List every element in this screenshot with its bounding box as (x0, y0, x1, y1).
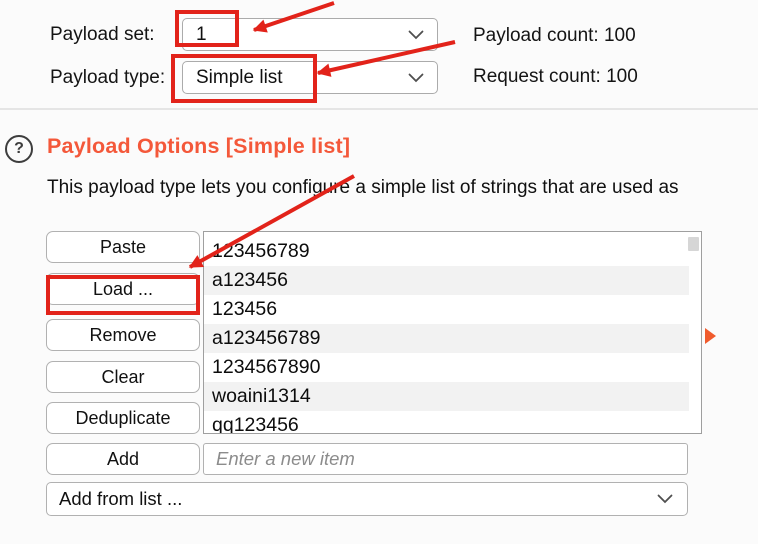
chevron-down-icon (408, 73, 424, 83)
list-item[interactable]: woaini1314 (204, 382, 689, 411)
clear-button[interactable]: Clear (46, 361, 200, 393)
remove-button[interactable]: Remove (46, 319, 200, 351)
list-item[interactable]: a123456 (204, 266, 689, 295)
help-icon[interactable]: ? (5, 135, 33, 163)
list-item[interactable]: a123456789 (204, 324, 689, 353)
payload-type-value: Simple list (196, 66, 283, 88)
payload-options-description: This payload type lets you configure a s… (47, 177, 679, 198)
list-marker-arrow-icon (705, 328, 716, 344)
payload-type-label: Payload type: (50, 67, 166, 88)
payload-set-select[interactable]: 1 (182, 18, 438, 51)
payload-set-value: 1 (196, 23, 207, 45)
section-divider (0, 108, 758, 110)
payload-set-label: Payload set: (50, 24, 155, 45)
payload-list[interactable]: 123456789 a123456 123456 a123456789 1234… (203, 231, 702, 434)
new-item-input[interactable] (203, 443, 688, 475)
intruder-payloads-panel: Payload set: 1 Payload count: 100 Payloa… (0, 0, 758, 544)
add-from-list-select[interactable]: Add from list ... (46, 482, 688, 516)
list-item[interactable]: 1234567890 (204, 353, 689, 382)
deduplicate-button[interactable]: Deduplicate (46, 402, 200, 434)
list-item[interactable]: 123456 (204, 295, 689, 324)
load-button[interactable]: Load ... (46, 273, 200, 305)
payload-count-text: Payload count: 100 (473, 25, 636, 46)
add-from-list-value: Add from list ... (59, 488, 183, 509)
payload-options-heading: Payload Options [Simple list] (47, 134, 351, 158)
list-item[interactable]: 123456789 (204, 237, 689, 266)
paste-button[interactable]: Paste (46, 231, 200, 263)
list-item[interactable]: qq123456 (204, 411, 689, 433)
chevron-down-icon (657, 494, 673, 504)
add-button[interactable]: Add (46, 443, 200, 475)
payload-type-select[interactable]: Simple list (182, 61, 438, 94)
request-count-text: Request count: 100 (473, 66, 638, 87)
scrollbar-thumb[interactable] (688, 237, 699, 251)
chevron-down-icon (408, 30, 424, 40)
